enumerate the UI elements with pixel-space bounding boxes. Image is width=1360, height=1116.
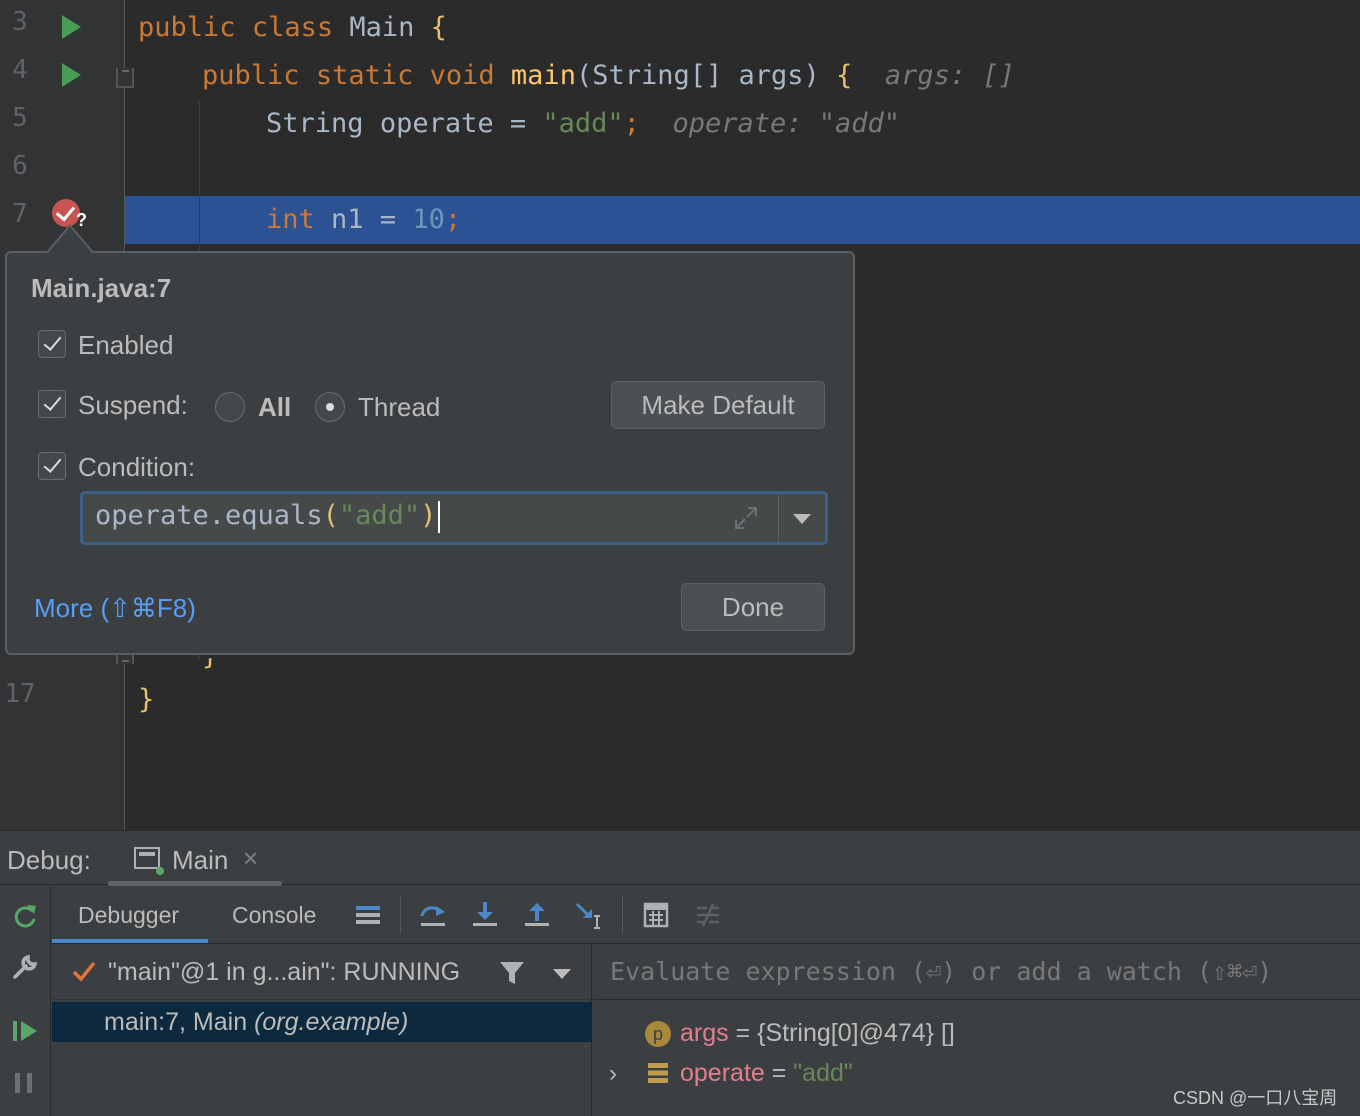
- line-number: 6: [12, 151, 28, 181]
- suspend-all-label: All: [258, 392, 292, 422]
- inline-value-hint: args: []: [884, 60, 1015, 91]
- tab-main[interactable]: Main: [172, 845, 228, 876]
- step-out-icon[interactable]: [522, 900, 552, 930]
- toolbar-separator: [622, 896, 623, 934]
- check-icon: [72, 961, 96, 982]
- line-number: 3: [12, 7, 28, 37]
- resume-icon[interactable]: [10, 1016, 40, 1046]
- code-line-5[interactable]: String operate = "add"; operate: "add": [266, 101, 900, 147]
- code-line-3[interactable]: public class Main {: [138, 5, 447, 51]
- code-line-4[interactable]: public static void main(String[] args) {…: [202, 53, 1015, 99]
- suspend-thread-label: Thread: [358, 392, 441, 422]
- run-main-icon[interactable]: [62, 63, 81, 87]
- condition-input[interactable]: operate.equals("add"): [80, 491, 828, 545]
- condition-checkbox[interactable]: [38, 452, 66, 480]
- variable-row[interactable]: p args = {String[0]@474} []: [593, 1014, 1360, 1054]
- toolbar-separator: [400, 896, 401, 934]
- line-number: 5: [12, 103, 28, 133]
- thread-selector[interactable]: "main"@1 in g...ain": RUNNING: [52, 945, 592, 1000]
- run-to-cursor-icon[interactable]: [574, 900, 604, 930]
- condition-expression[interactable]: operate.equals("add"): [95, 500, 441, 533]
- stack-frame-row[interactable]: main:7, Main (org.example): [52, 1002, 592, 1042]
- run-class-icon[interactable]: [62, 15, 81, 39]
- debug-header: Debug: Main ×: [0, 830, 1360, 886]
- rerun-icon[interactable]: [10, 901, 40, 931]
- evaluate-placeholder: Evaluate expression (⏎) or add a watch (…: [610, 957, 1273, 986]
- popup-pointer-fill: [48, 227, 92, 253]
- chevron-down-icon[interactable]: [793, 514, 811, 524]
- pause-icon[interactable]: [10, 1068, 40, 1098]
- popup-title: Main.java:7: [31, 273, 172, 303]
- inline-value-hint: operate: "add": [672, 108, 901, 139]
- debug-tool-window: Debug: Main × Debugger Console "main"@1 …: [0, 830, 1360, 1116]
- text-caret: [438, 500, 441, 533]
- debug-label: Debug:: [7, 845, 91, 875]
- code-line-17[interactable]: }: [138, 677, 154, 723]
- fold-icon[interactable]: [116, 68, 134, 88]
- make-default-button[interactable]: Make Default: [611, 381, 825, 429]
- trace-stream-icon[interactable]: [693, 900, 723, 930]
- expand-icon[interactable]: [733, 505, 759, 531]
- breakpoint-popup: Main.java:7 Enabled Suspend: All Thread …: [5, 251, 855, 655]
- line-number: 7: [12, 199, 28, 229]
- thread-label[interactable]: "main"@1 in g...ain": RUNNING: [108, 958, 460, 987]
- line-number: 4: [12, 55, 28, 85]
- evaluate-expression-input[interactable]: Evaluate expression (⏎) or add a watch (…: [593, 945, 1360, 1000]
- suspend-thread-radio[interactable]: [315, 392, 345, 422]
- stack-frame-label: main:7, Main (org.example): [104, 1008, 409, 1036]
- tab-console[interactable]: Console: [232, 902, 316, 929]
- step-over-icon[interactable]: [418, 900, 448, 930]
- suspend-checkbox[interactable]: [38, 390, 66, 418]
- more-link[interactable]: More (⇧⌘F8): [34, 593, 196, 624]
- enabled-label: Enabled: [78, 330, 174, 360]
- dropdown-separator: [778, 494, 779, 542]
- parameter-icon: p: [645, 1021, 671, 1047]
- filter-icon[interactable]: [498, 959, 526, 987]
- chevron-right-icon[interactable]: ›: [609, 1060, 617, 1088]
- run-config-icon: [134, 847, 160, 869]
- evaluate-expression-icon[interactable]: [641, 900, 671, 930]
- suspend-all-radio[interactable]: [215, 392, 245, 422]
- suspend-label: Suspend:: [78, 390, 188, 420]
- debugger-toolbar: Debugger Console: [52, 886, 1360, 944]
- tab-debugger[interactable]: Debugger: [78, 902, 179, 929]
- line-number: 17: [4, 679, 36, 709]
- step-into-icon[interactable]: [470, 900, 500, 930]
- condition-label: Condition:: [78, 452, 196, 482]
- code-line-7[interactable]: int n1 = 10;: [266, 197, 461, 243]
- active-tab-underline: [52, 939, 208, 943]
- done-button[interactable]: Done: [681, 583, 825, 631]
- enabled-checkbox[interactable]: [38, 330, 66, 358]
- watermark: CSDN @一口八宝周: [1173, 1088, 1338, 1108]
- running-indicator-icon: [156, 867, 164, 875]
- wrench-icon[interactable]: [10, 952, 40, 982]
- chevron-down-icon[interactable]: [553, 969, 571, 979]
- field-icon: [648, 1063, 668, 1083]
- frames-pane: "main"@1 in g...ain": RUNNING main:7, Ma…: [52, 945, 592, 1116]
- debug-side-toolbar: [0, 886, 51, 1116]
- close-icon[interactable]: ×: [243, 843, 258, 874]
- layout-menu-icon[interactable]: [353, 900, 383, 930]
